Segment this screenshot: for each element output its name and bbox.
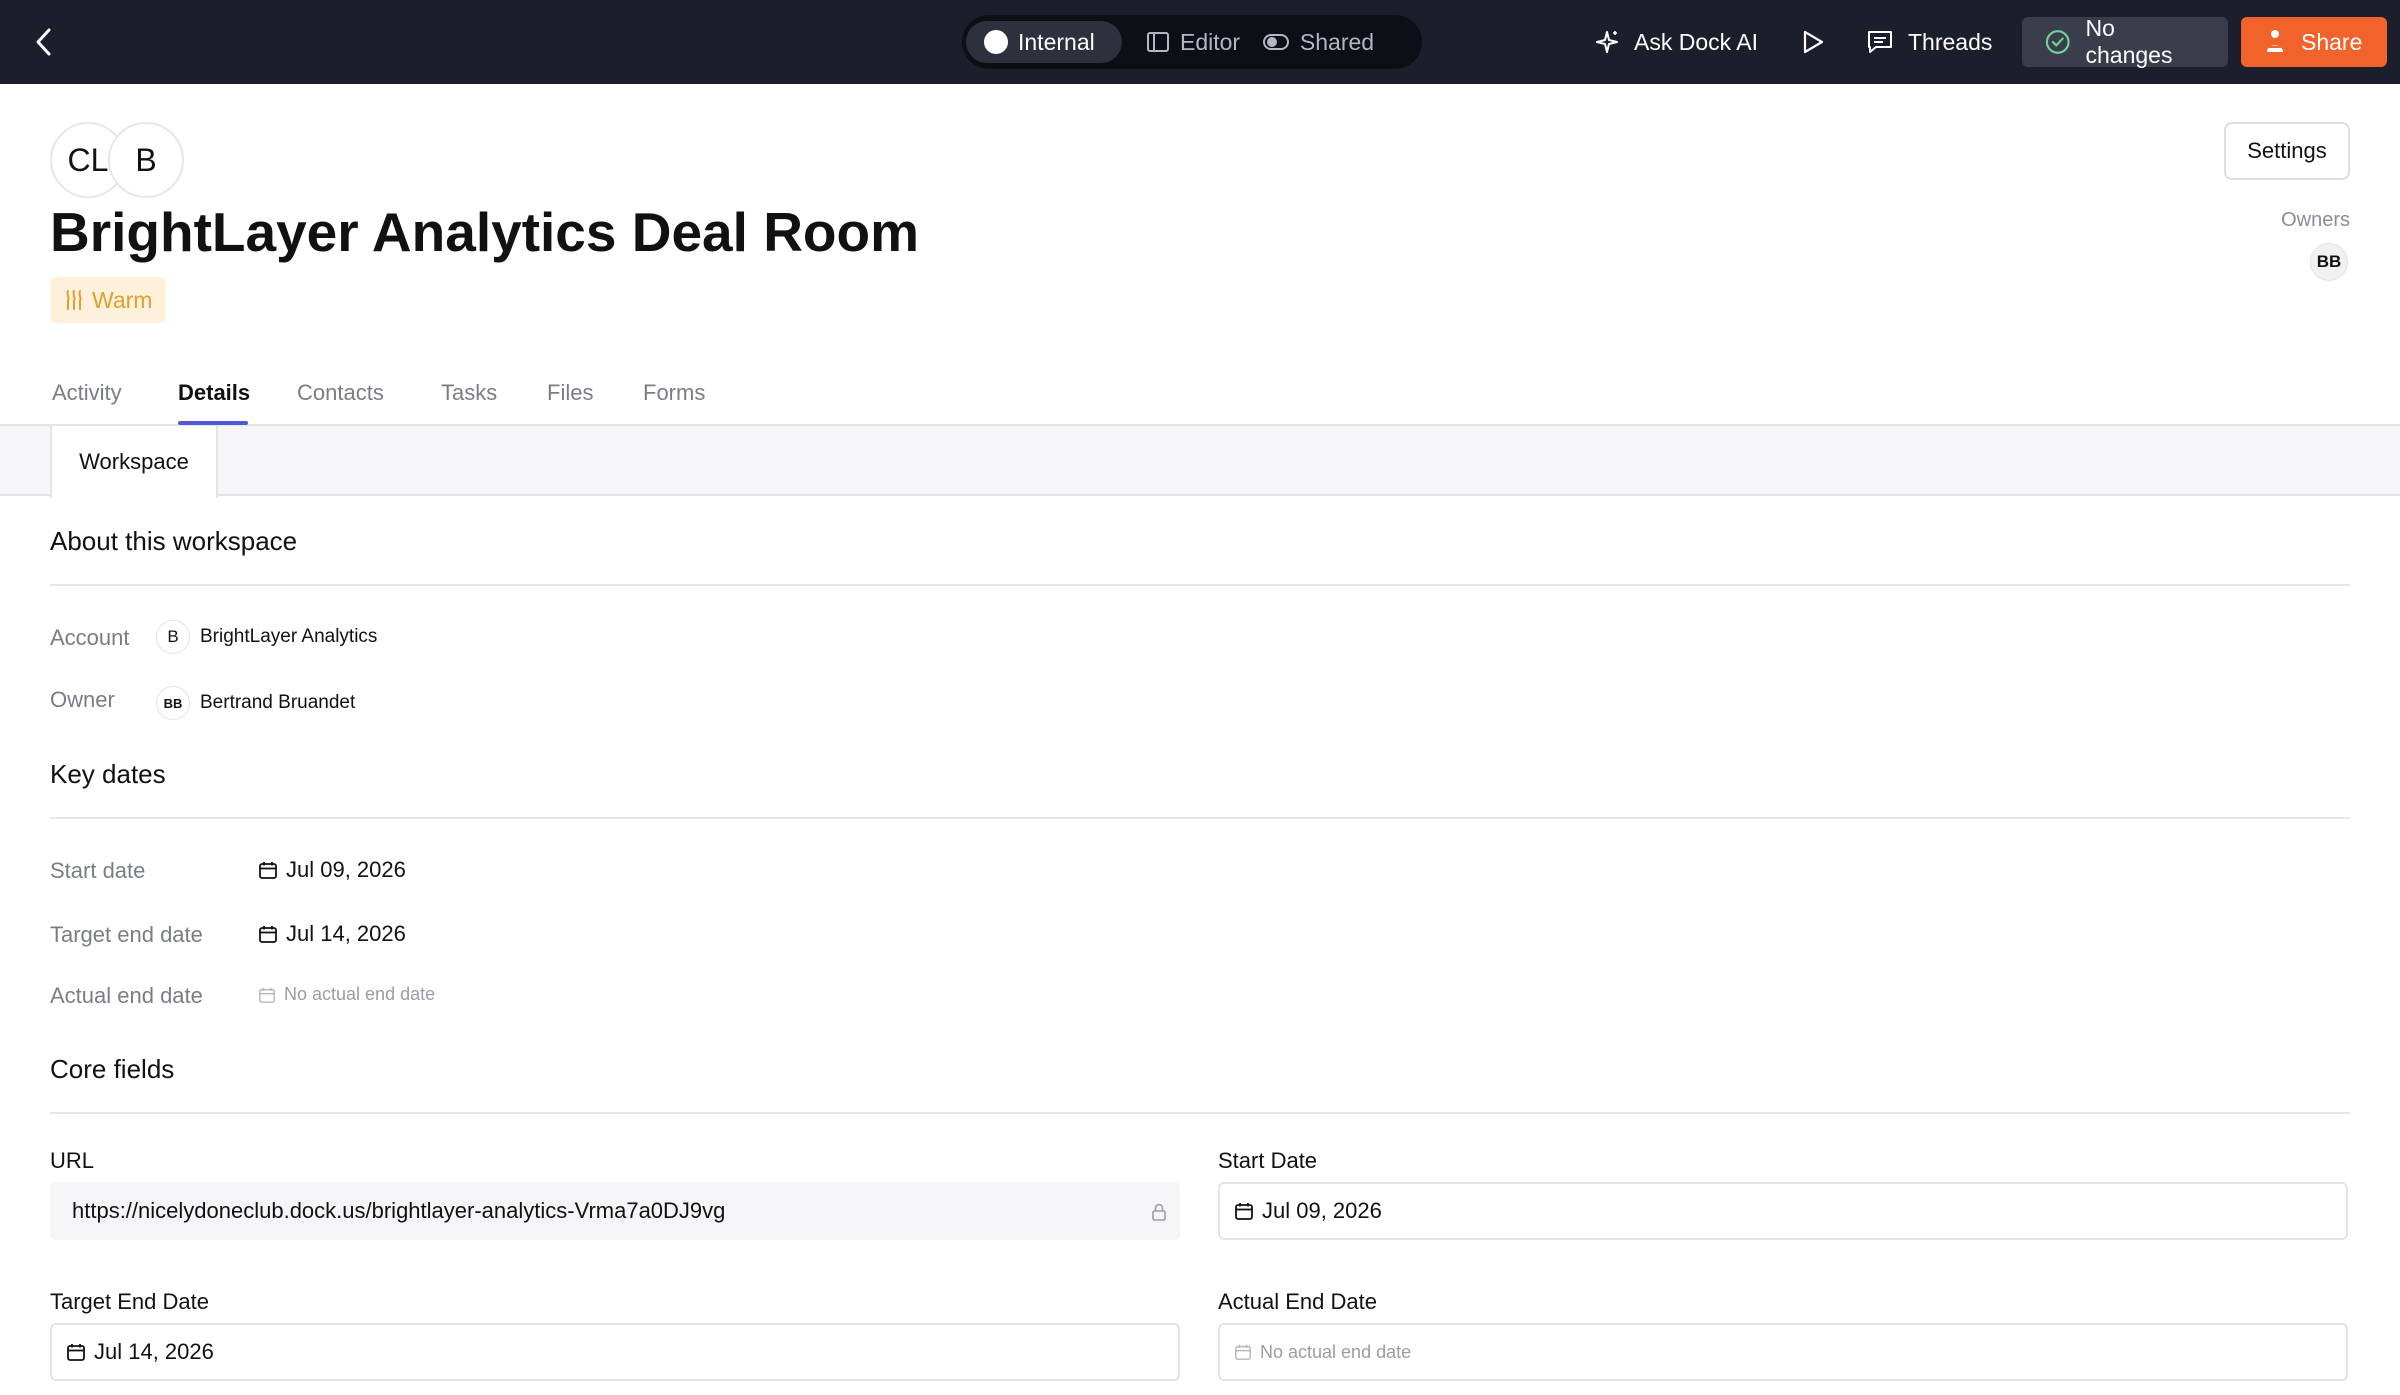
ask-dock-ai-label: Ask Dock AI — [1634, 28, 1758, 55]
lock-icon — [1152, 1203, 1166, 1221]
mode-internal[interactable]: Internal — [966, 21, 1122, 63]
page-title: BrightLayer Analytics Deal Room — [50, 201, 920, 263]
calendar-icon — [259, 987, 275, 1003]
mode-shared[interactable]: Shared — [1232, 21, 1422, 63]
url-field[interactable]: https://nicelydoneclub.dock.us/brightlay… — [50, 1182, 1180, 1240]
owners-label: Owners — [2281, 209, 2350, 231]
panel-icon — [1147, 32, 1169, 52]
no-changes-status[interactable]: No changes — [2022, 15, 2228, 68]
status-badge-label: Warm — [92, 286, 153, 313]
subtab-bar: Workspace — [0, 426, 2400, 498]
owner-avatar[interactable]: BB — [2310, 243, 2348, 281]
ask-dock-ai-button[interactable]: Ask Dock AI — [1594, 17, 1758, 67]
owner-value[interactable]: BB Bertrand Bruandet — [156, 686, 355, 720]
target-end-date-field-value: Jul 14, 2026 — [94, 1339, 214, 1364]
no-changes-label: No changes — [2085, 15, 2173, 68]
owner-avatar: BB — [156, 686, 190, 720]
threads-label: Threads — [1908, 28, 1993, 55]
toggle-icon — [1262, 34, 1289, 50]
calendar-icon — [67, 1344, 85, 1361]
target-end-date-value[interactable]: Jul 14, 2026 — [258, 921, 406, 947]
calendar-icon — [259, 862, 277, 879]
share-label: Share — [2301, 28, 2363, 55]
chevron-left-icon — [36, 28, 51, 56]
top-bar: Internal Editor Shared Ask Dock AI Threa… — [0, 0, 2400, 84]
start-date-field[interactable]: Jul 09, 2026 — [1218, 1182, 2348, 1240]
mode-shared-label: Shared — [1299, 28, 1375, 55]
threads-button[interactable]: Threads — [1866, 17, 1992, 67]
about-section-title: About this workspace — [50, 526, 298, 556]
start-date-value[interactable]: Jul 09, 2026 — [258, 857, 406, 883]
divider — [50, 584, 2350, 586]
actual-end-date-value[interactable]: No actual end date — [258, 984, 435, 1005]
avatar[interactable]: B — [108, 122, 184, 198]
url-label: URL — [50, 1148, 95, 1173]
tab-details[interactable]: Details — [178, 380, 250, 406]
check-circle-icon — [2045, 30, 2070, 54]
calendar-icon — [1235, 1203, 1253, 1220]
calendar-icon — [1235, 1344, 1251, 1360]
owner-name: Bertrand Bruandet — [200, 692, 356, 713]
tab-contacts[interactable]: Contacts — [297, 380, 384, 406]
tab-forms[interactable]: Forms — [643, 380, 705, 406]
sparkle-icon — [1596, 31, 1618, 53]
target-end-date-field[interactable]: Jul 14, 2026 — [50, 1323, 1180, 1381]
core-fields-section-title: Core fields — [50, 1054, 175, 1084]
divider — [50, 817, 2350, 819]
start-date-text: Jul 09, 2026 — [286, 857, 406, 882]
tab-files[interactable]: Files — [547, 380, 593, 406]
circle-icon — [984, 30, 1008, 54]
back-button[interactable] — [24, 22, 64, 62]
tab-activity[interactable]: Activity — [52, 380, 122, 406]
account-label: Account — [50, 625, 130, 650]
subtab-workspace[interactable]: Workspace — [50, 426, 218, 498]
comment-icon — [1868, 31, 1892, 53]
target-end-date-label: Target end date — [50, 922, 203, 947]
calendar-icon — [259, 926, 277, 943]
play-icon — [1803, 30, 1824, 54]
target-end-date-text: Jul 14, 2026 — [286, 921, 406, 946]
url-value: https://nicelydoneclub.dock.us/brightlay… — [72, 1198, 726, 1223]
actual-end-date-text: No actual end date — [284, 984, 436, 1004]
start-date-label: Start date — [50, 858, 146, 883]
actual-end-date-label: Actual end date — [50, 983, 203, 1008]
actual-end-date-field[interactable]: No actual end date — [1218, 1323, 2348, 1381]
actual-end-date-field-label: Actual End Date — [1218, 1289, 1377, 1314]
mode-switch: Internal Editor Shared — [962, 15, 1422, 69]
account-avatar: B — [156, 620, 190, 654]
account-name: BrightLayer Analytics — [200, 626, 378, 647]
account-value[interactable]: B BrightLayer Analytics — [156, 620, 377, 654]
divider — [50, 1112, 2350, 1114]
share-button[interactable]: Share — [2241, 17, 2387, 67]
target-end-date-field-label: Target End Date — [50, 1289, 209, 1314]
status-badge[interactable]: Warm — [50, 277, 167, 323]
play-button[interactable] — [1796, 25, 1830, 59]
share-person-icon — [2267, 30, 2283, 52]
mode-internal-label: Internal — [1018, 28, 1095, 55]
key-dates-section-title: Key dates — [50, 759, 166, 789]
heat-icon — [66, 290, 82, 310]
owner-label: Owner — [50, 687, 115, 712]
active-tab-indicator — [178, 421, 248, 425]
actual-end-date-field-placeholder: No actual end date — [1260, 1341, 1412, 1362]
tab-bar: Activity Details Contacts Tasks Files Fo… — [0, 372, 2400, 426]
tab-tasks[interactable]: Tasks — [441, 380, 497, 406]
settings-button[interactable]: Settings — [2224, 122, 2350, 180]
start-date-field-value: Jul 09, 2026 — [1262, 1198, 1382, 1223]
start-date-field-label: Start Date — [1218, 1148, 1318, 1173]
